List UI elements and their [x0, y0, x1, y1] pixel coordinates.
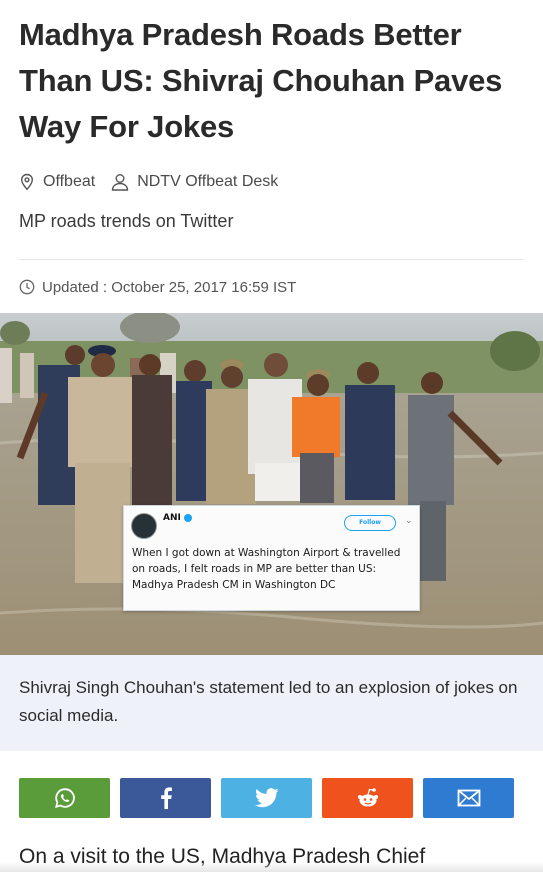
- share-reddit-button[interactable]: [322, 778, 413, 818]
- updated-timestamp: Updated : October 25, 2017 16:59 IST: [19, 276, 296, 298]
- embedded-tweet: ANI Follow ⌄ When I got down at Washingt…: [123, 505, 420, 611]
- email-icon: [457, 789, 480, 807]
- twitter-icon: [254, 788, 278, 808]
- verified-badge-icon: [184, 514, 192, 522]
- share-whatsapp-button[interactable]: [19, 778, 110, 818]
- person-icon: [111, 174, 129, 191]
- whatsapp-icon: [54, 788, 75, 808]
- article-subhead: MP roads trends on Twitter: [19, 211, 234, 231]
- share-twitter-button[interactable]: [221, 778, 312, 818]
- author-name[interactable]: NDTV Offbeat Desk: [137, 173, 278, 191]
- tweet-avatar: [131, 513, 157, 539]
- category-link[interactable]: Offbeat: [43, 173, 95, 191]
- divider: [19, 259, 524, 260]
- location-pin-icon: [20, 173, 34, 191]
- tweet-follow-button: Follow: [344, 515, 396, 531]
- article-meta: Offbeat NDTV Offbeat Desk: [19, 170, 294, 194]
- tweet-handle: ANI: [163, 513, 181, 523]
- share-email-button[interactable]: [423, 778, 514, 818]
- category[interactable]: Offbeat: [19, 173, 95, 191]
- article-headline: Madhya Pradesh Roads Better Than US: Shi…: [19, 17, 503, 144]
- share-bar: [19, 778, 514, 818]
- facebook-icon: [160, 787, 172, 809]
- reddit-icon: [357, 788, 378, 807]
- share-facebook-button[interactable]: [120, 778, 211, 818]
- clock-icon: [19, 279, 35, 295]
- bottom-fade: [0, 862, 543, 872]
- image-caption-box: Shivraj Singh Chouhan's statement led to…: [0, 655, 543, 751]
- article-lead-image: ANI Follow ⌄ When I got down at Washingt…: [0, 313, 543, 655]
- tweet-text: When I got down at Washington Airport & …: [132, 547, 401, 591]
- chevron-down-icon: ⌄: [405, 516, 413, 526]
- author[interactable]: NDTV Offbeat Desk: [111, 173, 278, 191]
- updated-text: Updated : October 25, 2017 16:59 IST: [42, 278, 297, 296]
- image-caption: Shivraj Singh Chouhan's statement led to…: [19, 678, 518, 725]
